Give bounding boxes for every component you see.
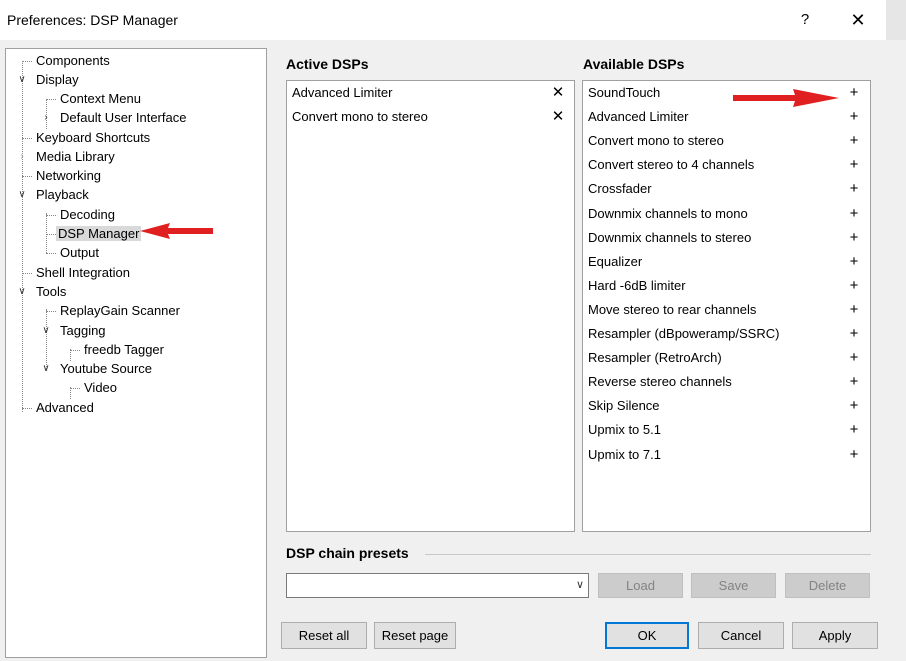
help-button[interactable]: ?	[793, 9, 817, 31]
dialog-client: Components ∨ Display Context Menu › Defa…	[0, 40, 886, 661]
preset-combo[interactable]: ∨	[286, 573, 589, 598]
list-item[interactable]: Convert mono to stereo ✕	[287, 105, 574, 129]
list-item[interactable]: Equalizer +	[583, 250, 870, 274]
tree-item-tagging[interactable]: ∨ Tagging	[40, 321, 108, 340]
list-item[interactable]: Advanced Limiter ✕	[287, 81, 574, 105]
add-icon[interactable]: +	[846, 394, 862, 418]
add-icon[interactable]: +	[846, 202, 862, 226]
tree-item-freedb-tagger[interactable]: freedb Tagger	[64, 340, 166, 359]
tree-item-decoding[interactable]: Decoding	[40, 205, 117, 224]
tree-item-tools[interactable]: ∨ Tools	[16, 282, 68, 301]
list-item[interactable]: Advanced Limiter +	[583, 105, 870, 129]
annotation-arrow-soundtouch	[733, 89, 839, 107]
chevron-down-icon[interactable]: ∨	[16, 185, 28, 204]
add-icon[interactable]: +	[846, 105, 862, 129]
list-item[interactable]: Hard -6dB limiter +	[583, 274, 870, 298]
preferences-tree[interactable]: Components ∨ Display Context Menu › Defa…	[5, 48, 267, 658]
list-item[interactable]: Upmix to 5.1 +	[583, 418, 870, 442]
remove-icon[interactable]: ✕	[550, 81, 566, 105]
list-item[interactable]: Skip Silence +	[583, 394, 870, 418]
add-icon[interactable]: +	[846, 81, 862, 105]
add-icon[interactable]: +	[846, 177, 862, 201]
remove-icon[interactable]: ✕	[550, 105, 566, 129]
load-button[interactable]: Load	[598, 573, 683, 598]
list-item[interactable]: Convert stereo to 4 channels +	[583, 153, 870, 177]
save-button[interactable]: Save	[691, 573, 776, 598]
chevron-down-icon: ∨	[575, 579, 584, 591]
tree-item-video[interactable]: Video	[64, 378, 119, 397]
delete-button[interactable]: Delete	[785, 573, 870, 598]
cancel-button[interactable]: Cancel	[698, 622, 784, 649]
add-icon[interactable]: +	[846, 274, 862, 298]
ok-button[interactable]: OK	[605, 622, 689, 649]
tree-item-context-menu[interactable]: Context Menu	[40, 89, 143, 108]
list-item[interactable]: Resampler (dBpoweramp/SSRC) +	[583, 322, 870, 346]
add-icon[interactable]: +	[846, 346, 862, 370]
add-icon[interactable]: +	[846, 443, 862, 467]
window-edge	[886, 0, 906, 661]
apply-button[interactable]: Apply	[792, 622, 878, 649]
title-bar: Preferences: DSP Manager ? ✕	[0, 0, 886, 40]
list-item[interactable]: Downmix channels to mono +	[583, 202, 870, 226]
tree-item-youtube-source[interactable]: ∨ Youtube Source	[40, 359, 154, 378]
tree-item-networking[interactable]: Networking	[16, 166, 103, 185]
tree-item-media-library[interactable]: › Media Library	[16, 147, 117, 166]
tree-item-advanced[interactable]: Advanced	[16, 398, 96, 417]
list-item[interactable]: Convert mono to stereo +	[583, 129, 870, 153]
list-item[interactable]: Move stereo to rear channels +	[583, 298, 870, 322]
chevron-down-icon[interactable]: ∨	[16, 70, 28, 89]
tree-item-components[interactable]: Components	[16, 51, 112, 70]
tree-item-output[interactable]: Output	[40, 243, 101, 262]
reset-all-button[interactable]: Reset all	[281, 622, 367, 649]
add-icon[interactable]: +	[846, 129, 862, 153]
list-item[interactable]: Downmix channels to stereo +	[583, 226, 870, 250]
active-dsps-heading: Active DSPs	[286, 56, 369, 72]
tree-item-display[interactable]: ∨ Display	[16, 70, 81, 89]
tree-item-default-user-interface[interactable]: › Default User Interface	[40, 108, 188, 127]
list-item[interactable]: Reverse stereo channels +	[583, 370, 870, 394]
list-item[interactable]: Upmix to 7.1 +	[583, 443, 870, 467]
available-dsps-list[interactable]: SoundTouch + Advanced Limiter + Convert mono…	[582, 80, 871, 532]
close-button[interactable]: ✕	[846, 9, 870, 31]
chevron-down-icon[interactable]: ∨	[16, 282, 28, 301]
divider	[425, 554, 871, 555]
tree-item-shell-integration[interactable]: Shell Integration	[16, 263, 132, 282]
add-icon[interactable]: +	[846, 250, 862, 274]
dsp-chain-presets-heading: DSP chain presets	[286, 545, 409, 561]
list-item[interactable]: Resampler (RetroArch) +	[583, 346, 870, 370]
chevron-down-icon[interactable]: ∨	[40, 321, 52, 340]
add-icon[interactable]: +	[846, 418, 862, 442]
available-dsps-heading: Available DSPs	[583, 56, 685, 72]
tree-item-replaygain-scanner[interactable]: ReplayGain Scanner	[40, 301, 182, 320]
reset-page-button[interactable]: Reset page	[374, 622, 456, 649]
window-title: Preferences: DSP Manager	[7, 12, 178, 28]
add-icon[interactable]: +	[846, 153, 862, 177]
tree-item-dsp-manager[interactable]: DSP Manager	[40, 224, 142, 243]
tree-item-keyboard-shortcuts[interactable]: Keyboard Shortcuts	[16, 128, 152, 147]
add-icon[interactable]: +	[846, 322, 862, 346]
tree-item-playback[interactable]: ∨ Playback	[16, 185, 91, 204]
add-icon[interactable]: +	[846, 370, 862, 394]
chevron-right-icon[interactable]: ›	[40, 108, 52, 127]
chevron-right-icon[interactable]: ›	[16, 147, 28, 166]
chevron-down-icon[interactable]: ∨	[40, 359, 52, 378]
active-dsps-list[interactable]: Advanced Limiter ✕ Convert mono to stere…	[286, 80, 575, 532]
annotation-arrow-tree	[140, 223, 213, 239]
add-icon[interactable]: +	[846, 226, 862, 250]
list-item[interactable]: Crossfader +	[583, 177, 870, 201]
add-icon[interactable]: +	[846, 298, 862, 322]
